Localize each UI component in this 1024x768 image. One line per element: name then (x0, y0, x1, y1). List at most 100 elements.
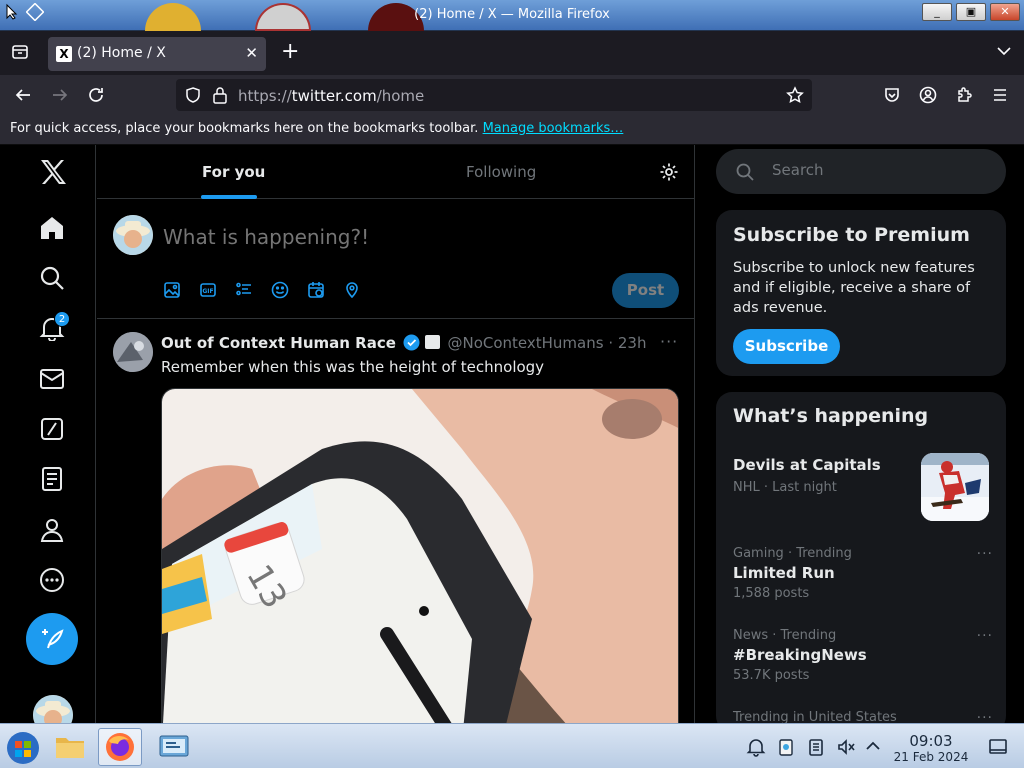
trend-name: #BreakingNews (733, 646, 867, 664)
main-feed: For you Following GIF Post Out of Contex… (97, 145, 695, 723)
compose-post-button[interactable] (26, 613, 78, 665)
app-menu-icon[interactable] (991, 86, 1009, 104)
trend-thumbnail-image[interactable] (921, 453, 989, 521)
grok-icon[interactable] (39, 416, 65, 442)
lists-icon[interactable] (39, 466, 65, 492)
profile-icon[interactable] (39, 517, 65, 543)
compose-icon (42, 629, 64, 649)
shield-icon[interactable] (184, 86, 202, 104)
maximize-button[interactable]: ▣ (956, 3, 986, 21)
composer-avatar[interactable] (113, 215, 153, 255)
browser-tab-home[interactable]: X (2) Home / X ✕ (48, 37, 266, 71)
schedule-icon[interactable] (307, 281, 325, 299)
pocket-icon[interactable] (883, 86, 901, 104)
url-scheme: https:// (238, 87, 292, 105)
url-host: twitter.com (291, 87, 377, 105)
trend-item[interactable]: Trending in United States ··· (733, 710, 993, 723)
volume-muted-icon[interactable] (836, 737, 856, 757)
emoji-icon[interactable] (271, 281, 289, 299)
messages-icon[interactable] (39, 366, 65, 392)
firefox-view-icon[interactable] (11, 43, 29, 61)
taskbar-clock[interactable]: 09:03 21 Feb 2024 (886, 732, 976, 764)
back-icon[interactable] (14, 86, 32, 104)
affiliate-badge-icon (424, 335, 440, 349)
search-box[interactable] (716, 149, 1006, 194)
firefox-taskbar-icon[interactable] (98, 728, 142, 766)
tab-following[interactable]: Following (466, 163, 536, 181)
tweet-more-icon[interactable]: ··· (660, 332, 678, 351)
tweet-header: Out of Context Human Race @NoContextHuma… (161, 334, 646, 352)
clock-date: 21 Feb 2024 (893, 750, 969, 764)
reload-icon[interactable] (87, 86, 105, 104)
x-favicon-icon: X (56, 46, 72, 62)
new-tab-button[interactable]: + (281, 39, 299, 64)
trend-meta: Trending in United States (733, 710, 897, 723)
premium-heading: Subscribe to Premium (733, 224, 970, 246)
trend-item[interactable]: News · Trending #BreakingNews 53.7K post… (733, 628, 993, 683)
explore-icon[interactable] (39, 265, 65, 291)
subscribe-button[interactable]: Subscribe (733, 329, 840, 364)
post-button[interactable]: Post (612, 273, 679, 308)
battery-tray-icon[interactable] (806, 737, 826, 757)
tab-close-icon[interactable]: ✕ (245, 44, 258, 62)
account-icon[interactable] (919, 86, 937, 104)
trend-more-icon[interactable]: ··· (977, 710, 993, 723)
home-icon[interactable] (39, 215, 65, 241)
bookmarks-hint: For quick access, place your bookmarks h… (10, 121, 479, 136)
location-icon[interactable] (343, 281, 361, 299)
url-text[interactable]: https://twitter.com/home (238, 87, 424, 105)
trend-name: Limited Run (733, 564, 835, 582)
composer-input[interactable] (163, 225, 583, 249)
gif-icon[interactable]: GIF (199, 281, 217, 299)
tweet-handle[interactable]: @NoContextHumans (447, 334, 603, 352)
tweet-time[interactable]: 23h (618, 334, 647, 352)
trend-count: 53.7K posts (733, 668, 810, 683)
forward-icon[interactable] (51, 86, 69, 104)
tab-for-you[interactable]: For you (202, 163, 265, 181)
trend-item[interactable]: Gaming · Trending Limited Run 1,588 post… (733, 546, 993, 601)
file-manager-icon[interactable] (48, 728, 92, 766)
bookmark-star-icon[interactable] (786, 86, 804, 104)
more-icon[interactable] (39, 567, 65, 593)
manage-bookmarks-link[interactable]: Manage bookmarks… (483, 121, 624, 136)
minimize-button[interactable]: _ (922, 3, 952, 21)
premium-body: Subscribe to unlock new features and if … (733, 260, 975, 316)
tweet-media-image[interactable]: 13 (161, 388, 679, 723)
tweet-author-name[interactable]: Out of Context Human Race (161, 334, 396, 352)
window-titlebar: (2) Home / X — Mozilla Firefox _ ▣ ✕ (0, 0, 1024, 31)
trend-meta: Gaming · Trending (733, 546, 852, 561)
tweet-card[interactable]: Out of Context Human Race @NoContextHuma… (97, 320, 694, 723)
trend-more-icon[interactable]: ··· (977, 628, 993, 644)
notification-count-badge: 2 (54, 311, 70, 327)
extensions-icon[interactable] (955, 86, 973, 104)
tray-expand-icon[interactable] (864, 737, 882, 755)
list-all-tabs-icon[interactable] (996, 43, 1012, 59)
tweet-author-avatar[interactable] (113, 332, 153, 372)
browser-navbar: https://twitter.com/home (0, 75, 1024, 116)
tab-title: (2) Home / X (77, 45, 166, 61)
system-settings-icon[interactable] (152, 728, 196, 766)
feed-tabs: For you Following (97, 145, 694, 199)
url-bar[interactable]: https://twitter.com/home (176, 79, 812, 111)
svg-text:GIF: GIF (202, 288, 213, 295)
search-input[interactable] (772, 161, 972, 179)
x-logo-icon[interactable] (39, 159, 66, 185)
show-desktop-icon[interactable] (988, 737, 1008, 757)
verified-badge-icon (403, 334, 420, 351)
clock-time: 09:03 (909, 732, 953, 750)
tweet-separator: · (608, 334, 614, 352)
tweet-text: Remember when this was the height of tec… (161, 358, 545, 376)
close-window-button[interactable]: ✕ (990, 3, 1020, 21)
lock-icon[interactable] (212, 86, 228, 104)
trend-more-icon[interactable]: ··· (977, 546, 993, 562)
right-sidebar: Subscribe to Premium Subscribe to unlock… (696, 145, 1024, 723)
whats-happening-heading: What’s happening (733, 405, 929, 427)
media-icon[interactable] (163, 281, 181, 299)
notifications-tray-icon[interactable] (746, 737, 766, 757)
gear-icon[interactable] (659, 162, 679, 182)
left-sidebar: 2 (0, 145, 96, 735)
poll-icon[interactable] (235, 281, 253, 299)
clipboard-tray-icon[interactable] (776, 737, 796, 757)
bookmarks-toolbar: For quick access, place your bookmarks h… (0, 116, 1024, 145)
start-button[interactable] (2, 728, 46, 766)
